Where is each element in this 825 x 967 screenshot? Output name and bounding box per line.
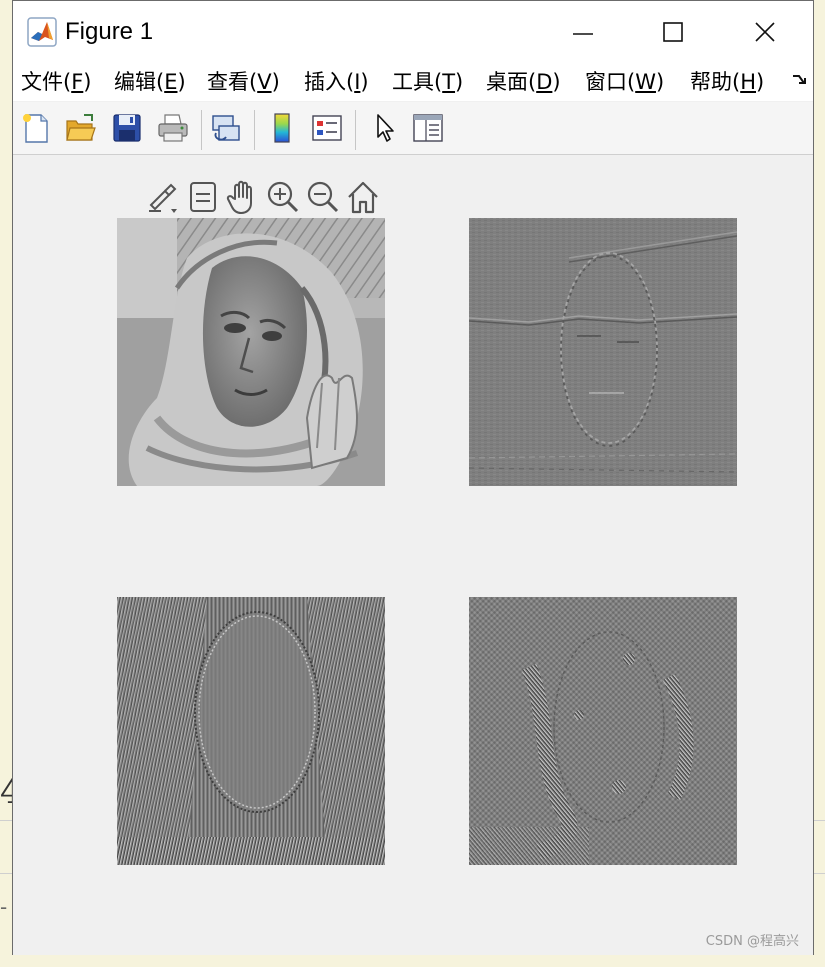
watermark: CSDN @程高兴 xyxy=(705,934,799,949)
brush-icon[interactable] xyxy=(145,177,181,217)
minimize-button[interactable] xyxy=(537,1,629,63)
menu-overflow-arrow-icon[interactable] xyxy=(790,71,808,91)
insert-legend-icon[interactable] xyxy=(310,111,344,145)
diagonal-detail-image xyxy=(469,597,737,865)
maximize-icon xyxy=(663,22,683,42)
toolbar-separator xyxy=(254,110,255,150)
close-button[interactable] xyxy=(719,1,811,63)
toolbar-separator xyxy=(201,110,202,150)
filtered-image-2-axes[interactable] xyxy=(117,597,385,865)
menu-desktop[interactable]: 桌面(D) xyxy=(486,66,561,98)
pan-hand-icon[interactable] xyxy=(225,177,261,217)
menu-insert[interactable]: 插入(I) xyxy=(304,66,369,98)
edit-plot-arrow-icon[interactable] xyxy=(368,111,402,145)
zoom-in-icon[interactable] xyxy=(265,177,301,217)
background-dash: - xyxy=(0,895,8,919)
maximize-button[interactable] xyxy=(627,1,719,63)
open-folder-icon[interactable] xyxy=(64,111,98,145)
menu-file[interactable]: 文件(F) xyxy=(21,66,92,98)
menu-edit[interactable]: 编辑(E) xyxy=(114,66,186,98)
property-inspector-icon[interactable] xyxy=(411,111,445,145)
vertical-detail-image xyxy=(117,597,385,865)
print-icon[interactable] xyxy=(156,111,190,145)
filtered-image-3-axes[interactable] xyxy=(469,597,737,865)
matlab-logo-icon xyxy=(27,17,57,47)
close-icon xyxy=(755,22,775,42)
original-image-axes[interactable] xyxy=(117,218,385,486)
filtered-image-1-axes[interactable] xyxy=(469,218,737,486)
minimize-icon xyxy=(573,33,593,35)
menu-window[interactable]: 窗口(W) xyxy=(585,66,664,98)
title-bar[interactable]: Figure 1 xyxy=(13,1,813,63)
figure-window: Figure 1 文件(F) 编辑(E) 查看(V) 插入(I) 工具(T) 桌… xyxy=(12,0,814,955)
insert-colorbar-icon[interactable] xyxy=(265,111,299,145)
original-portrait-image xyxy=(117,218,385,486)
home-icon[interactable] xyxy=(345,177,381,217)
zoom-out-icon[interactable] xyxy=(305,177,341,217)
figure-canvas[interactable]: CSDN @程高兴 xyxy=(13,155,813,955)
toolbar-separator xyxy=(355,110,356,150)
menu-tools[interactable]: 工具(T) xyxy=(392,66,463,98)
window-title: Figure 1 xyxy=(65,18,154,45)
figure-toolbar xyxy=(13,102,813,155)
menu-bar: 文件(F) 编辑(E) 查看(V) 插入(I) 工具(T) 桌面(D) 窗口(W… xyxy=(13,63,813,101)
horizontal-detail-image xyxy=(469,218,737,486)
save-icon[interactable] xyxy=(110,111,144,145)
axes-toolbar xyxy=(145,177,385,217)
menu-help[interactable]: 帮助(H) xyxy=(690,66,764,98)
new-figure-icon[interactable] xyxy=(19,111,53,145)
menu-view[interactable]: 查看(V) xyxy=(207,66,280,98)
data-tips-icon[interactable] xyxy=(185,177,221,217)
link-plot-icon[interactable] xyxy=(209,111,243,145)
